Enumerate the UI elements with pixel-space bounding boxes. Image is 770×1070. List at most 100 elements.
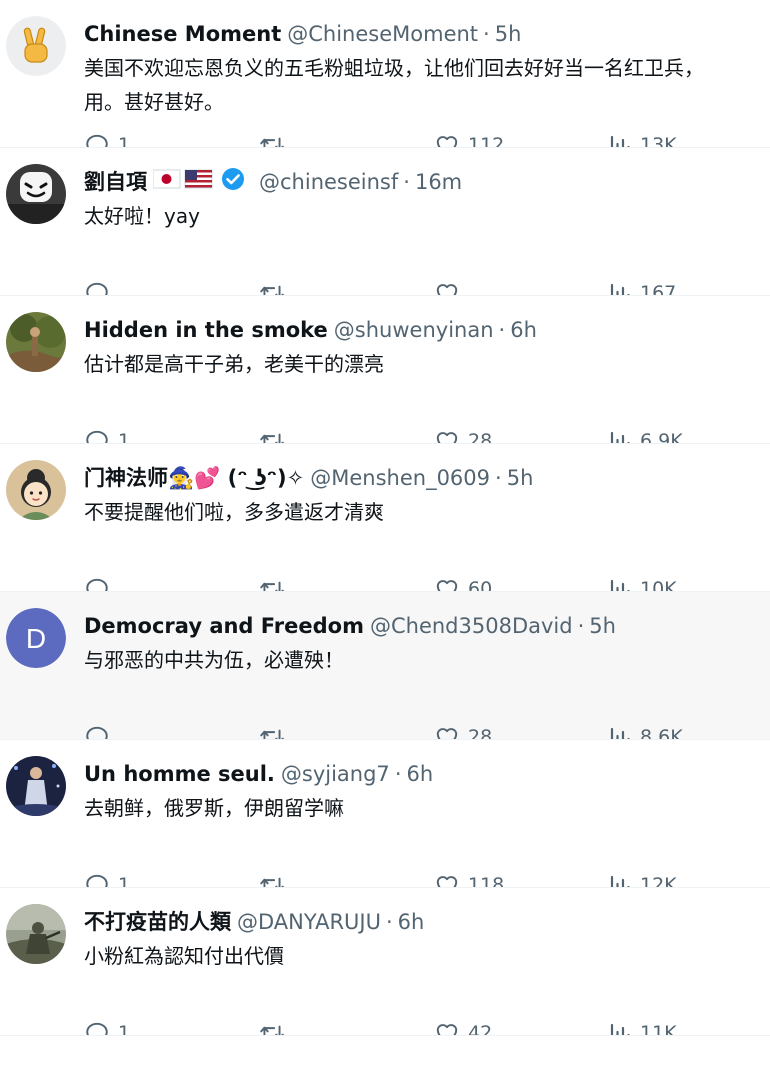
user-handle[interactable]: @ChineseMoment xyxy=(287,22,478,46)
reply-count: 1 xyxy=(118,1022,131,1036)
tweet-header: Hidden in the smoke @shuwenyinan · 6h xyxy=(84,314,770,346)
separator-dot: · xyxy=(403,170,410,194)
retweet-button[interactable] xyxy=(258,128,294,147)
user-handle[interactable]: @Menshen_0609 xyxy=(310,466,490,490)
views-button[interactable]: 6.9K xyxy=(608,424,683,443)
timestamp[interactable]: 5h xyxy=(589,614,616,638)
like-button[interactable]: 60 xyxy=(434,572,492,591)
tweet[interactable]: 不打疫苗的人類 @DANYARUJU · 6h 小粉紅為認知付出代價 1 42 11K xyxy=(0,888,770,1036)
reply-button[interactable]: 1 xyxy=(84,424,131,444)
retweet-icon xyxy=(260,285,284,295)
user-handle[interactable]: @Chend3508David xyxy=(370,614,573,638)
tweet[interactable]: Un homme seul. @syjiang7 · 6h 去朝鲜，俄罗斯，伊朗留学嘛… xyxy=(0,740,770,888)
views-button[interactable]: 11K xyxy=(608,1016,677,1036)
name-badges xyxy=(152,167,249,199)
display-name[interactable]: 不打疫苗的人類 xyxy=(84,910,231,934)
display-name[interactable]: Un homme seul. xyxy=(84,762,275,786)
views-icon xyxy=(610,1023,630,1035)
separator-dot: · xyxy=(394,762,402,786)
avatar-letter: D xyxy=(26,623,46,654)
separator-dot: · xyxy=(495,466,502,490)
display-name[interactable]: 门神法师🧙‍♀️💕 (ᵔ ͜ʖᵔ)✧ xyxy=(84,466,304,490)
display-name[interactable]: Democray and Freedom xyxy=(84,614,364,638)
tweet-text-line: 小粉紅為認知付出代價 xyxy=(84,944,284,968)
user-handle[interactable]: @shuwenyinan xyxy=(334,318,494,342)
views-button[interactable]: 167 xyxy=(608,276,677,296)
avatar[interactable] xyxy=(6,904,66,964)
retweet-button[interactable] xyxy=(258,572,294,591)
like-button[interactable] xyxy=(434,276,468,295)
cartoon-girl-icon xyxy=(6,460,66,520)
views-button[interactable]: 10K xyxy=(608,572,677,592)
retweet-button[interactable] xyxy=(258,868,294,887)
display-name[interactable]: Hidden in the smoke xyxy=(84,318,328,342)
user-handle[interactable]: @chineseinsf xyxy=(259,170,398,194)
views-count: 11K xyxy=(640,1022,677,1036)
timestamp[interactable]: 6h xyxy=(510,318,537,342)
tweet-text-line: 与邪恶的中共为伍，必遭殃！ xyxy=(84,648,344,672)
avatar[interactable]: D xyxy=(6,608,66,668)
user-handle[interactable]: @DANYARUJU xyxy=(237,910,381,934)
forest-photo-icon xyxy=(6,312,66,372)
like-icon xyxy=(436,136,458,147)
soldier-photo-icon xyxy=(6,904,66,964)
reply-button[interactable]: 1 xyxy=(84,1016,131,1036)
display-name[interactable]: 劉自項 xyxy=(84,170,147,194)
like-count: 28 xyxy=(468,726,493,740)
tweet[interactable]: 劉自項 @chineseinsf · 16m 太好啦！yay 167 xyxy=(0,148,770,296)
letter-avatar-icon: D xyxy=(6,608,66,668)
timestamp[interactable]: 6h xyxy=(407,762,434,786)
avatar[interactable] xyxy=(6,312,66,372)
timestamp[interactable]: 16m xyxy=(415,170,462,194)
display-name[interactable]: Chinese Moment xyxy=(84,22,281,46)
tweet[interactable]: 门神法师🧙‍♀️💕 (ᵔ ͜ʖᵔ)✧ @Menshen_0609 · 5h 不要提醒他… xyxy=(0,444,770,592)
retweet-button[interactable] xyxy=(258,424,294,443)
user-handle[interactable]: @syjiang7 xyxy=(281,762,390,786)
avatar[interactable] xyxy=(6,460,66,520)
tweet-text: 不要提醒他们啦，多多遣返才清爽 xyxy=(84,495,770,529)
timestamp[interactable]: 5h xyxy=(507,466,534,490)
views-button[interactable]: 12K xyxy=(608,868,677,887)
avatar[interactable] xyxy=(6,756,66,816)
views-button[interactable]: 13K xyxy=(608,128,677,148)
reply-button[interactable]: 1 xyxy=(84,868,130,887)
reply-button[interactable] xyxy=(84,276,118,295)
tweet[interactable]: D Democray and Freedom @Chend3508David · 5h… xyxy=(0,592,770,740)
retweet-button[interactable] xyxy=(258,720,294,739)
views-count: 167 xyxy=(640,282,677,296)
like-button[interactable]: 28 xyxy=(434,424,493,444)
like-count: 28 xyxy=(468,430,493,444)
stage-photo-icon xyxy=(6,756,66,816)
tweet-text: 美国不欢迎忘恩负义的五毛粉蛆垃圾，让他们回去好好当一名红卫兵， 用。甚好甚好。 xyxy=(84,51,770,119)
reply-button[interactable] xyxy=(84,572,118,591)
timestamp[interactable]: 6h xyxy=(398,910,425,934)
views-count: 13K xyxy=(640,134,677,148)
avatar[interactable] xyxy=(6,16,66,76)
like-button[interactable]: 28 xyxy=(434,720,493,740)
reply-button[interactable]: 1 xyxy=(84,128,131,148)
like-button[interactable]: 112 xyxy=(434,128,504,147)
tweet-text-line: 用。甚好甚好。 xyxy=(84,90,224,114)
like-button[interactable]: 118 xyxy=(434,868,504,887)
like-icon xyxy=(436,1024,458,1035)
flags-verified-icon xyxy=(152,167,244,190)
reply-count: 1 xyxy=(118,430,131,444)
timestamp[interactable]: 5h xyxy=(495,22,522,46)
tweet-text: 去朝鲜，俄罗斯，伊朗留学嘛 xyxy=(84,791,770,825)
views-count: 8.6K xyxy=(640,726,683,740)
reply-icon xyxy=(86,726,108,739)
views-count: 10K xyxy=(640,578,677,592)
retweet-button[interactable] xyxy=(258,276,294,295)
reply-feed: Chinese Moment @ChineseMoment · 5h 美国不欢迎忘恩负… xyxy=(0,0,770,1036)
tweet-header: 劉自項 @chineseinsf · 16m xyxy=(84,166,770,198)
like-button[interactable]: 42 xyxy=(434,1016,492,1035)
retweet-button[interactable] xyxy=(258,1016,294,1035)
views-button[interactable]: 8.6K xyxy=(608,720,683,740)
avatar[interactable] xyxy=(6,164,66,224)
reply-button[interactable] xyxy=(84,720,118,739)
reply-count: 1 xyxy=(118,134,131,148)
tweet[interactable]: Hidden in the smoke @shuwenyinan · 6h 估计都是高… xyxy=(0,296,770,444)
tweet[interactable]: Chinese Moment @ChineseMoment · 5h 美国不欢迎忘恩负… xyxy=(0,0,770,148)
reply-icon xyxy=(86,578,108,591)
like-icon xyxy=(436,284,458,295)
